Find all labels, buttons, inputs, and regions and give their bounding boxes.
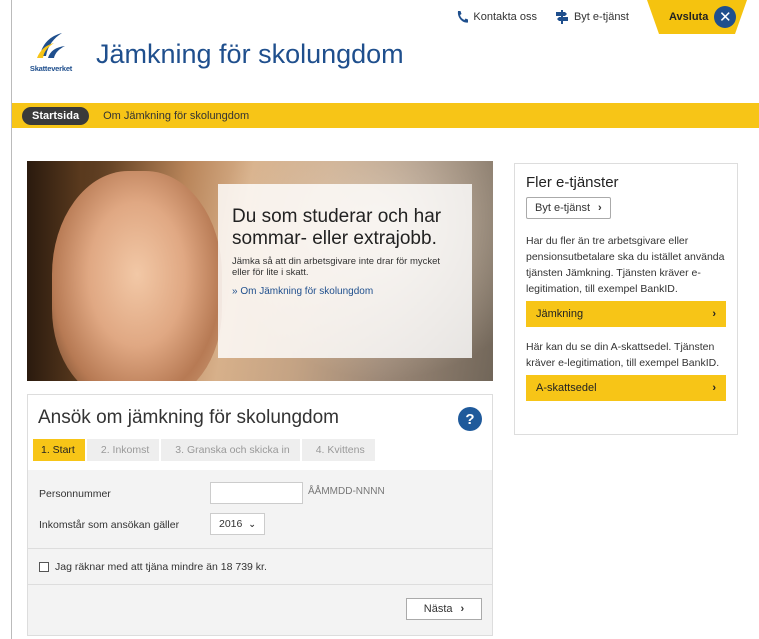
skatteverket-logo[interactable]: Skatteverket: [26, 30, 76, 82]
askatt-link-button[interactable]: A-skattsedel ›: [526, 375, 726, 401]
step-review: 3. Granska och skicka in: [161, 439, 300, 461]
utility-bar: Kontakta oss Byt e-tjänst Avsluta ✕: [456, 0, 759, 34]
nav-start-button[interactable]: Startsida: [22, 106, 90, 125]
next-button[interactable]: Nästa ›: [406, 598, 482, 620]
next-button-label: Nästa: [423, 603, 453, 615]
switch-service-label: Byt e-tjänst: [573, 11, 629, 23]
form-title: Ansök om jämkning för skolungdom: [38, 407, 339, 428]
hero-heading: Du som studerar och har sommar- eller ex…: [232, 206, 442, 249]
exit-button[interactable]: Avsluta ✕: [647, 0, 747, 34]
switch-service-button[interactable]: Byt e-tjänst ›: [526, 197, 611, 219]
divider: [28, 548, 492, 549]
jamkning-link-label: Jämkning: [536, 308, 584, 320]
income-year-select[interactable]: 2016 ⌄: [210, 513, 265, 535]
chevron-right-icon: ›: [598, 202, 602, 214]
jamkning-link-button[interactable]: Jämkning ›: [526, 301, 726, 327]
close-icon: ✕: [714, 6, 737, 28]
form-fields-area: Personnummer ÅÅMMDD-NNNN Inkomstår som a…: [28, 470, 492, 635]
logo-swirl-icon: [37, 33, 65, 58]
income-year-value: 2016: [219, 518, 243, 530]
hero-card: Du som studerar och har sommar- eller ex…: [218, 184, 472, 358]
phone-icon: [458, 11, 469, 23]
chevron-down-icon: ⌄: [248, 518, 256, 529]
page-title: Jämkning för skolungdom: [96, 38, 404, 69]
contact-link[interactable]: Kontakta oss: [456, 10, 537, 24]
chevron-right-icon: ›: [460, 603, 465, 615]
chevron-right-icon: ›: [712, 382, 716, 394]
step-start: 1. Start: [33, 439, 85, 461]
signpost-icon: [555, 10, 568, 24]
nav-about-link[interactable]: Om Jämkning för skolungdom: [103, 110, 249, 122]
step-income: 2. Inkomst: [86, 439, 160, 461]
more-services-panel: Fler e-tjänster Byt e-tjänst › Har du fl…: [514, 163, 738, 435]
hero-photo-face: [52, 171, 222, 381]
site-header: Skatteverket Jämkning för skolungdom: [26, 30, 404, 82]
switch-service-button-label: Byt e-tjänst: [535, 202, 591, 214]
application-form: Ansök om jämkning för skolungdom ? 1. St…: [27, 394, 493, 636]
exit-label: Avsluta: [669, 11, 709, 23]
step-receipt: 4. Kvittens: [301, 439, 375, 461]
divider: [28, 584, 492, 585]
hero-about-link[interactable]: » Om Jämkning för skolungdom: [232, 286, 458, 297]
breadcrumb-bar: Startsida Om Jämkning för skolungdom: [12, 103, 759, 128]
askatt-link-label: A-skattsedel: [536, 382, 597, 394]
low-income-checkbox-label: Jag räknar med att tjäna mindre än 18 73…: [55, 561, 267, 573]
jamkning-description: Har du fler än tre arbetsgivare eller pe…: [526, 235, 725, 295]
hero-text: Jämka så att din arbetsgivare inte drar …: [232, 256, 441, 278]
income-year-label: Inkomstår som ansökan gäller: [39, 519, 180, 531]
step-indicator: 1. Start 2. Inkomst 3. Granska och skick…: [33, 439, 377, 461]
help-icon[interactable]: ?: [458, 407, 482, 431]
personnummer-hint: ÅÅMMDD-NNNN: [308, 486, 385, 497]
personnummer-label: Personnummer: [39, 488, 111, 500]
contact-label: Kontakta oss: [473, 11, 537, 23]
askatt-description: Här kan du se din A-skattsedel. Tjänsten…: [526, 341, 720, 369]
low-income-checkbox-row[interactable]: Jag räknar med att tjäna mindre än 18 73…: [39, 561, 267, 573]
hero-banner: Du som studerar och har sommar- eller ex…: [27, 161, 493, 381]
logo-text: Skatteverket: [29, 64, 73, 73]
chevron-right-icon: ›: [712, 308, 716, 320]
personnummer-input[interactable]: [210, 482, 303, 504]
page-left-border: [11, 0, 12, 639]
low-income-checkbox[interactable]: [39, 562, 49, 572]
more-services-title: Fler e-tjänster: [526, 174, 619, 191]
switch-service-link[interactable]: Byt e-tjänst: [555, 10, 629, 24]
